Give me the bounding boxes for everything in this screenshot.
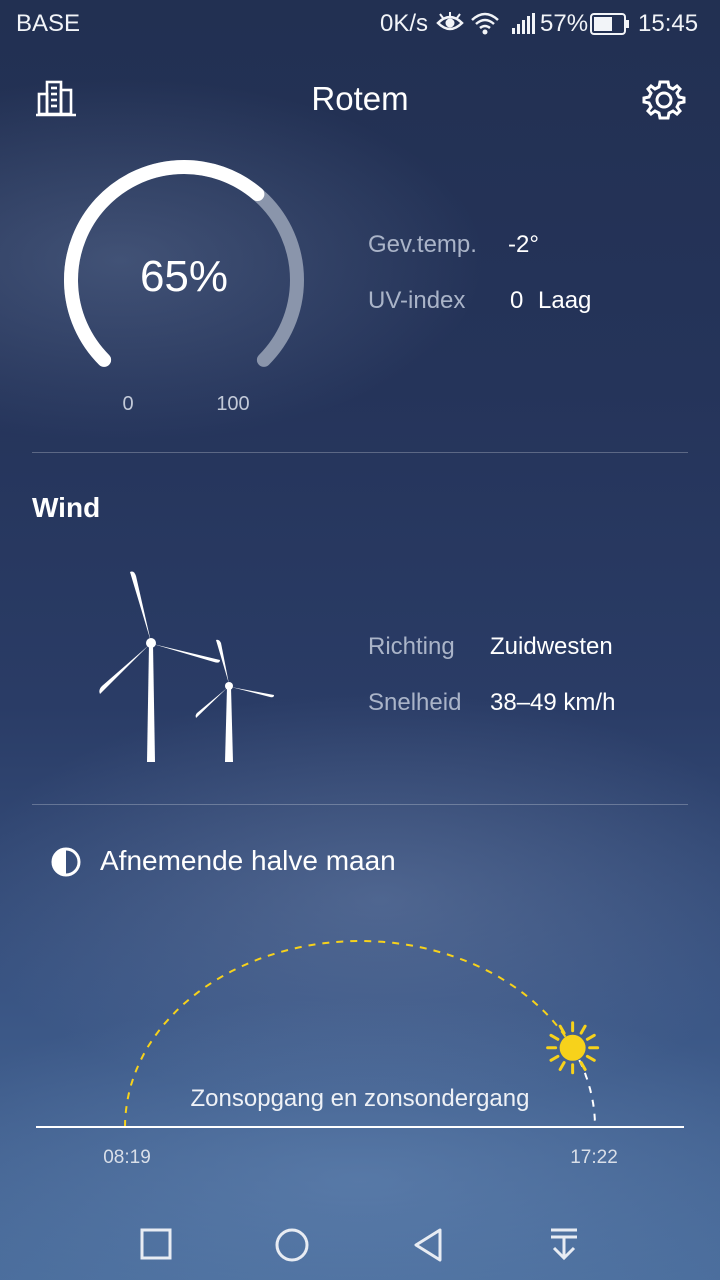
moon-phase-label: Afnemende halve maan	[100, 845, 396, 876]
gauge-max-label: 100	[216, 393, 250, 415]
net-speed: 0K/s	[380, 10, 429, 37]
wind-direction-value: Zuidwesten	[490, 633, 613, 660]
battery-icon	[590, 13, 629, 35]
divider	[32, 452, 688, 453]
wind-speed-label: Snelheid	[368, 689, 462, 716]
uv-index-value: 0	[510, 287, 524, 314]
sun-icon	[546, 1021, 600, 1075]
eye-icon	[436, 12, 464, 31]
sunset-time: 17:22	[570, 1147, 618, 1168]
wind-turbines-icon	[99, 571, 274, 762]
square-recents-icon[interactable]	[140, 1228, 172, 1260]
sun-caption: Zonsopgang en zonsondergang	[190, 1085, 530, 1112]
status-time: 15:45	[638, 10, 699, 37]
triangle-back-icon[interactable]	[412, 1227, 444, 1263]
circle-home-icon[interactable]	[274, 1227, 310, 1263]
gauge-min-label: 0	[122, 393, 134, 415]
signal-icon	[512, 13, 535, 34]
uv-index-label: UV-index	[368, 287, 466, 314]
gear-icon[interactable]	[642, 78, 686, 122]
navigation-bar	[0, 1208, 720, 1280]
divider	[32, 804, 688, 805]
wind-section-title: Wind	[32, 492, 101, 523]
feels-like-label: Gev.temp.	[368, 231, 477, 258]
sunrise-time: 08:19	[103, 1147, 151, 1168]
pull-down-icon[interactable]	[548, 1226, 580, 1262]
city-title: Rotem	[311, 80, 409, 117]
battery-percent: 57%	[540, 10, 589, 37]
half-moon-icon	[51, 847, 81, 877]
feels-like-value: -2°	[508, 231, 539, 258]
wind-direction-label: Richting	[368, 633, 455, 660]
carrier-label: BASE	[16, 10, 81, 37]
uv-index-level: Laag	[538, 287, 592, 314]
humidity-value: 65%	[139, 252, 229, 301]
wifi-icon	[471, 12, 499, 35]
wind-speed-value: 38–49 km/h	[490, 689, 616, 716]
